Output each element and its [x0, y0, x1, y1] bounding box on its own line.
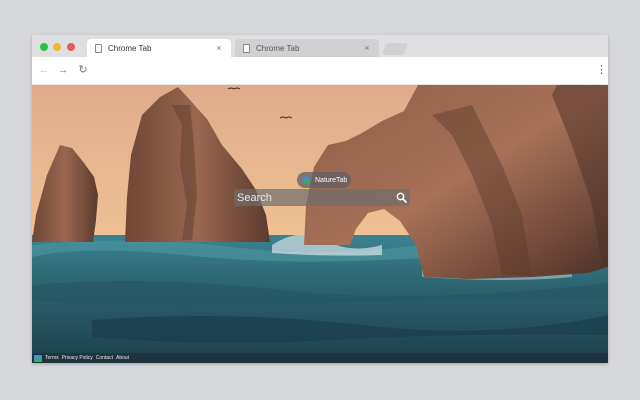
back-arrow-icon[interactable]: ←	[37, 63, 51, 77]
browser-toolbar: ← → ↻ ⋮	[32, 57, 608, 85]
brand-name: NatureTab	[315, 176, 348, 184]
forward-arrow-icon[interactable]: →	[56, 63, 70, 77]
document-icon	[243, 43, 250, 53]
menu-dots-icon[interactable]: ⋮	[596, 63, 607, 77]
reload-icon[interactable]: ↻	[76, 63, 90, 77]
tab-chrome-tab-1[interactable]: Chrome Tab ×	[87, 39, 231, 57]
naturetab-logo-icon	[34, 354, 42, 362]
window-minimize-button[interactable]	[53, 43, 61, 51]
footer-link-contact[interactable]: Contact	[96, 355, 113, 361]
document-icon	[95, 43, 102, 53]
new-tab-page: NatureTab Terms Privacy Policy Contact A…	[32, 85, 608, 363]
footer-link-terms[interactable]: Terms	[45, 355, 59, 361]
footer-link-about[interactable]: About	[116, 355, 129, 361]
window-fullscreen-button[interactable]	[40, 43, 48, 51]
background-photo	[32, 85, 608, 363]
footer-bar: Terms Privacy Policy Contact About	[32, 353, 608, 363]
window-close-button[interactable]	[67, 43, 75, 51]
search-input[interactable]	[237, 189, 387, 206]
new-tab-button[interactable]	[381, 43, 409, 55]
address-bar[interactable]	[96, 62, 588, 78]
naturetab-logo-icon	[302, 176, 311, 185]
close-icon[interactable]: ×	[363, 43, 371, 53]
tab-strip: Chrome Tab × Chrome Tab ×	[32, 35, 608, 57]
tab-title: Chrome Tab	[256, 43, 300, 53]
search-box	[234, 189, 410, 206]
tab-title: Chrome Tab	[108, 43, 152, 53]
naturetab-brand-pill[interactable]: NatureTab	[297, 172, 351, 188]
footer-link-privacy-policy[interactable]: Privacy Policy	[62, 355, 93, 361]
search-icon[interactable]	[396, 192, 407, 203]
tab-chrome-tab-2[interactable]: Chrome Tab ×	[235, 39, 379, 57]
close-icon[interactable]: ×	[215, 43, 223, 53]
browser-window: Chrome Tab × Chrome Tab × ← → ↻ ⋮ Nature…	[32, 35, 608, 363]
